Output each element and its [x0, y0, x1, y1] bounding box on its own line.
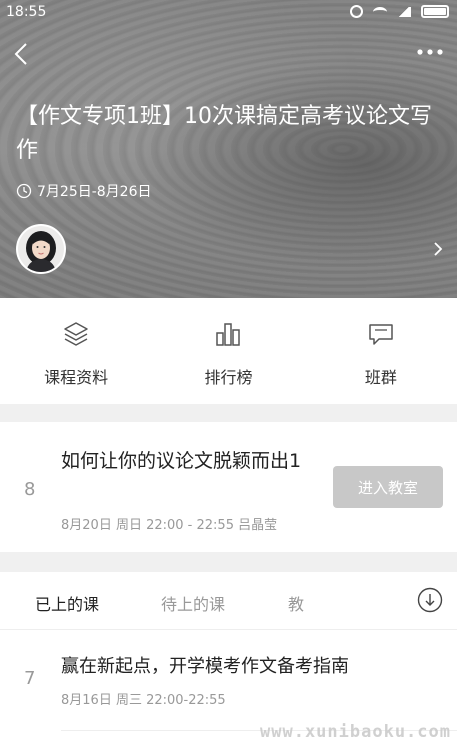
chat-icon	[369, 324, 393, 345]
enter-classroom-button[interactable]: 进入教室	[333, 466, 443, 508]
date-range: 7月25日-8月26日	[37, 184, 152, 200]
lesson-number: 8	[24, 479, 36, 500]
wifi-icon	[373, 6, 387, 17]
class-group-label: 班群	[364, 368, 397, 387]
tab-completed-lessons[interactable]: 已上的课	[35, 591, 99, 615]
download-icon[interactable]	[417, 587, 443, 613]
date-row: 7月25日-8月26日	[16, 181, 152, 201]
more-icon[interactable]	[415, 44, 445, 60]
past-lesson-meta: 8月16日 周三 22:00-22:55	[61, 693, 226, 708]
status-time: 18:55	[6, 4, 47, 20]
section-gap	[0, 552, 457, 572]
back-icon[interactable]	[10, 40, 34, 68]
lesson-tabs: 已上的课 待上的课 教	[0, 572, 457, 630]
section-gap	[0, 404, 457, 422]
lesson-meta: 8月20日 周日 22:00 - 22:55 吕晶莹	[61, 518, 278, 533]
teacher-avatar[interactable]	[16, 224, 66, 274]
watermark: www.xunibaoku.com	[260, 722, 451, 742]
lesson-title: 如何让你的议论文脱颖而出1	[61, 450, 302, 472]
course-materials-label: 课程资料	[44, 368, 109, 387]
past-lesson-title: 赢在新起点，开学模考作文备考指南	[61, 656, 349, 677]
class-group-button[interactable]: 班群	[305, 298, 457, 404]
layers-icon	[64, 322, 88, 346]
status-icons	[350, 5, 449, 18]
alarm-icon	[350, 5, 363, 18]
tab-upcoming-lessons[interactable]: 待上的课	[161, 591, 225, 615]
past-lesson-number: 7	[24, 668, 36, 689]
course-materials-button[interactable]: 课程资料	[0, 298, 152, 404]
leaderboard-button[interactable]: 排行榜	[152, 298, 304, 404]
course-title: 【作文专项1班】10次课搞定高考议论文写作	[16, 104, 432, 163]
signal-icon	[397, 6, 411, 17]
status-bar: 18:55	[0, 0, 457, 26]
course-header: 18:55 【作文专项1班】10次课搞定高考议论文写作 7月25日-8月26日	[0, 0, 457, 298]
avatar-image	[18, 226, 64, 272]
bar-chart-icon	[216, 323, 241, 346]
battery-icon	[421, 5, 449, 18]
action-row: 课程资料 排行榜 班群	[0, 298, 457, 404]
leaderboard-label: 排行榜	[204, 368, 253, 387]
chevron-right-icon[interactable]	[431, 239, 445, 259]
tab-teacher[interactable]: 教	[288, 591, 304, 615]
current-lesson-card[interactable]: 8 如何让你的议论文脱颖而出1 8月20日 周日 22:00 - 22:55 吕…	[0, 422, 457, 552]
clock-icon	[16, 183, 32, 199]
